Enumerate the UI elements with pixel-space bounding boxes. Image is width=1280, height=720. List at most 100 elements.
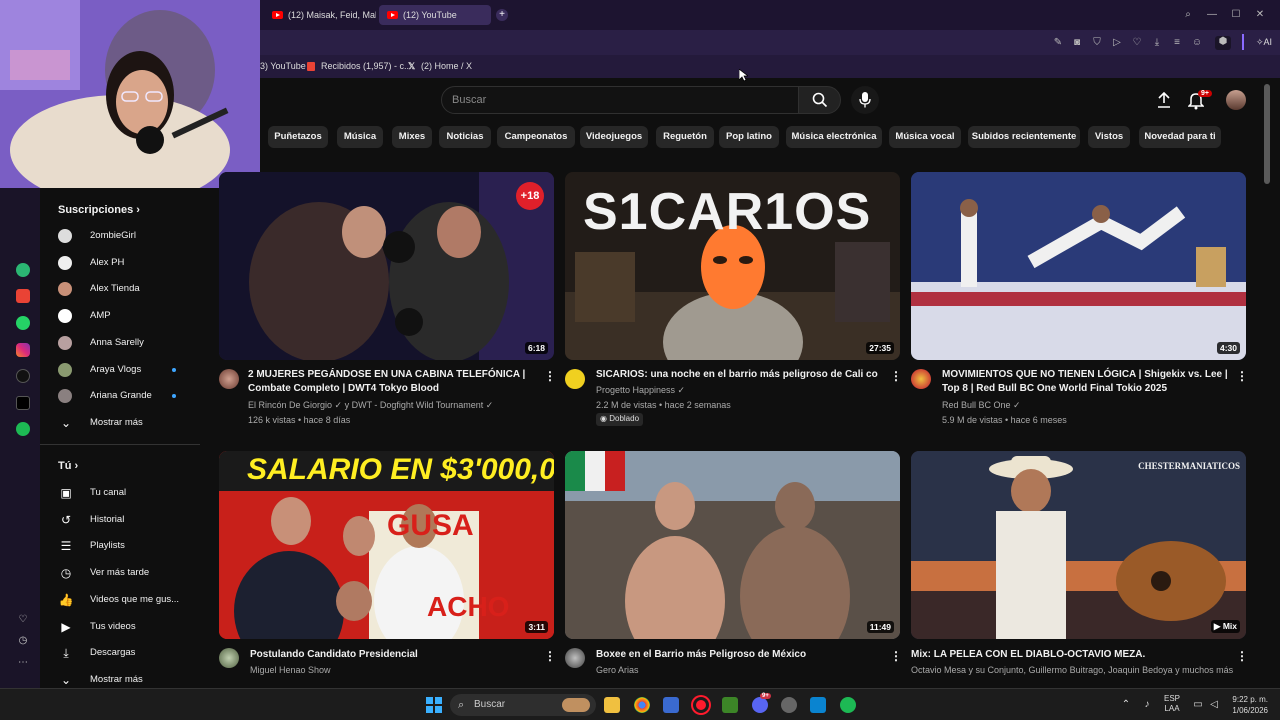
channel-avatar[interactable] bbox=[565, 369, 585, 389]
show-more-subs[interactable]: ⌄ Mostrar más bbox=[58, 413, 208, 433]
channel-name[interactable]: Octavio Mesa y su Conjunto, Guillermo Bu… bbox=[911, 665, 1241, 675]
xbox-icon[interactable] bbox=[722, 697, 738, 713]
menu-icon[interactable]: ≡ bbox=[1171, 37, 1183, 49]
page-scrollbar[interactable] bbox=[1264, 84, 1270, 184]
channel-name[interactable]: Progetto Happiness ✓ bbox=[596, 385, 685, 396]
you-item[interactable]: ▶ Tus videos bbox=[58, 617, 208, 637]
more-options-icon[interactable]: ⋮ bbox=[890, 649, 902, 663]
search-input[interactable]: Buscar bbox=[441, 86, 799, 114]
close-icon[interactable]: ✕ bbox=[1254, 9, 1266, 21]
subscription-item[interactable]: Anna Sarelly bbox=[58, 333, 208, 353]
channel-name[interactable]: Gero Arias bbox=[596, 665, 639, 675]
file-explorer-icon[interactable] bbox=[604, 697, 620, 713]
you-item[interactable]: ↺ Historial bbox=[58, 510, 208, 530]
spotify-taskbar-icon[interactable] bbox=[840, 697, 856, 713]
taskbar-search[interactable]: ⌕ Buscar bbox=[450, 694, 596, 716]
upload-icon[interactable] bbox=[1157, 92, 1171, 108]
subscriptions-header[interactable]: Suscripciones › bbox=[58, 204, 140, 216]
chevron-up-icon[interactable]: ⌃ bbox=[1120, 699, 1132, 711]
chip-12[interactable]: Novedad para ti bbox=[1139, 126, 1221, 148]
app-icon[interactable] bbox=[663, 697, 679, 713]
profile-icon[interactable]: ☺ bbox=[1191, 37, 1203, 49]
tiktok-icon[interactable] bbox=[16, 369, 30, 383]
play-icon[interactable]: ▷ bbox=[1111, 37, 1123, 49]
edit-icon[interactable]: ✎ bbox=[1052, 37, 1064, 49]
heart-icon[interactable]: ♡ bbox=[1131, 37, 1143, 49]
show-more-you[interactable]: ⌄ Mostrar más bbox=[58, 670, 208, 690]
ai-button[interactable]: ✧AI bbox=[1242, 34, 1272, 50]
windows-start-icon[interactable] bbox=[426, 697, 442, 713]
whatsapp-icon[interactable] bbox=[16, 316, 30, 330]
video-title[interactable]: MOVIMIENTOS QUE NO TIENEN LÓGICA | Shige… bbox=[942, 368, 1232, 396]
search-tabs-icon[interactable]: ⌕ bbox=[1182, 9, 1194, 21]
clock[interactable]: 9:22 p. m. 1/06/2026 bbox=[1224, 694, 1268, 716]
x-rail-icon[interactable] bbox=[16, 396, 30, 410]
channel-name[interactable]: El Rincón De Giorgio ✓ y DWT - Dogfight … bbox=[248, 400, 493, 411]
video-title[interactable]: Postulando Candidato Presidencial bbox=[250, 648, 540, 662]
video-title[interactable]: SICARIOS: una noche en el barrio más pel… bbox=[596, 368, 880, 382]
steam-icon[interactable] bbox=[781, 697, 797, 713]
video-thumbnail[interactable]: +18 6:18 bbox=[219, 172, 554, 360]
minimize-icon[interactable]: — bbox=[1206, 9, 1218, 21]
channel-name[interactable]: Red Bull BC One ✓ bbox=[942, 400, 1021, 411]
channel-avatar[interactable] bbox=[219, 648, 239, 668]
microphone-tray-icon[interactable]: ♪ bbox=[1141, 699, 1153, 711]
instagram-icon[interactable] bbox=[16, 343, 30, 357]
chip-9[interactable]: Música vocal bbox=[889, 126, 961, 148]
chrome-icon[interactable] bbox=[634, 697, 650, 713]
camera-icon[interactable]: ◙ bbox=[1071, 37, 1083, 49]
video-title[interactable]: Boxee en el Barrio más Peligroso de Méxi… bbox=[596, 648, 886, 662]
maximize-icon[interactable]: ☐ bbox=[1230, 9, 1242, 21]
store-icon[interactable] bbox=[810, 697, 826, 713]
you-item[interactable]: ◷ Ver más tarde bbox=[58, 563, 208, 583]
tab-maisak[interactable]: (12) Maisak, Feid, Maluma bbox=[264, 5, 376, 25]
new-tab-icon[interactable]: + bbox=[496, 9, 508, 21]
more-options-icon[interactable]: ⋮ bbox=[1236, 369, 1248, 383]
bookmark-youtube[interactable]: 3) YouTube bbox=[260, 61, 306, 71]
channel-avatar[interactable] bbox=[219, 369, 239, 389]
history-rail-icon[interactable]: ◷ bbox=[17, 635, 29, 647]
video-thumbnail[interactable]: 4:30 bbox=[911, 172, 1246, 360]
notifications-button[interactable]: 9+ bbox=[1188, 90, 1212, 110]
channel-name[interactable]: Miguel Henao Show bbox=[250, 665, 331, 675]
subscription-item[interactable]: Araya Vlogs bbox=[58, 360, 208, 380]
you-item[interactable]: ▣ Tu canal bbox=[58, 483, 208, 503]
more-options-icon[interactable]: ⋮ bbox=[1236, 649, 1248, 663]
spotify-icon[interactable] bbox=[16, 422, 30, 436]
subscription-item[interactable]: Alex Tienda bbox=[58, 279, 208, 299]
voice-search-button[interactable] bbox=[851, 86, 879, 114]
chip-2[interactable]: Mixes bbox=[392, 126, 432, 148]
subscription-item[interactable]: Ariana Grande bbox=[58, 386, 208, 406]
chip-6[interactable]: Reguetón bbox=[656, 126, 714, 148]
channel-avatar[interactable] bbox=[911, 369, 931, 389]
channel-avatar[interactable] bbox=[565, 648, 585, 668]
chatgpt-icon[interactable] bbox=[16, 263, 30, 277]
chip-10[interactable]: Subidos recientemente bbox=[968, 126, 1080, 148]
discord-icon[interactable] bbox=[752, 697, 768, 713]
you-header[interactable]: Tú › bbox=[58, 460, 78, 472]
you-item[interactable]: 👍 Videos que me gus... bbox=[58, 590, 208, 610]
chip-4[interactable]: Campeonatos bbox=[497, 126, 575, 148]
video-thumbnail[interactable]: SALARIO EN $3'000,000 GUSA ACHO 3:11 bbox=[219, 451, 554, 639]
chip-5[interactable]: Videojuegos bbox=[580, 126, 648, 148]
subscription-item[interactable]: 2ombieGirl bbox=[58, 226, 208, 246]
heart-rail-icon[interactable]: ♡ bbox=[17, 614, 29, 626]
more-options-icon[interactable]: ⋮ bbox=[544, 369, 556, 383]
you-item[interactable]: ⤓ Descargas bbox=[58, 643, 208, 663]
chip-0[interactable]: Puñetazos bbox=[268, 126, 328, 148]
subscription-item[interactable]: Alex PH bbox=[58, 253, 208, 273]
bookmark-x[interactable]: (2) Home / X bbox=[421, 61, 472, 71]
volume-icon[interactable]: ◁ bbox=[1208, 699, 1220, 711]
chip-7[interactable]: Pop latino bbox=[719, 126, 779, 148]
gmail-rail-icon[interactable] bbox=[16, 289, 30, 303]
video-thumbnail[interactable]: CHESTERMANIATICOS ▶ Mix bbox=[911, 451, 1246, 639]
network-icon[interactable]: ▭ bbox=[1192, 699, 1204, 711]
video-title[interactable]: 2 MUJERES PEGÁNDOSE EN UNA CABINA TELEFÓ… bbox=[248, 368, 538, 396]
more-options-icon[interactable]: ⋮ bbox=[544, 649, 556, 663]
you-item[interactable]: ☰ Playlists bbox=[58, 536, 208, 556]
chip-1[interactable]: Música bbox=[337, 126, 383, 148]
search-button[interactable] bbox=[798, 86, 841, 114]
download-icon[interactable]: ⤓ bbox=[1151, 37, 1163, 49]
more-rail-icon[interactable]: ⋯ bbox=[17, 657, 29, 669]
language-indicator[interactable]: ESP LAA bbox=[1164, 694, 1180, 714]
